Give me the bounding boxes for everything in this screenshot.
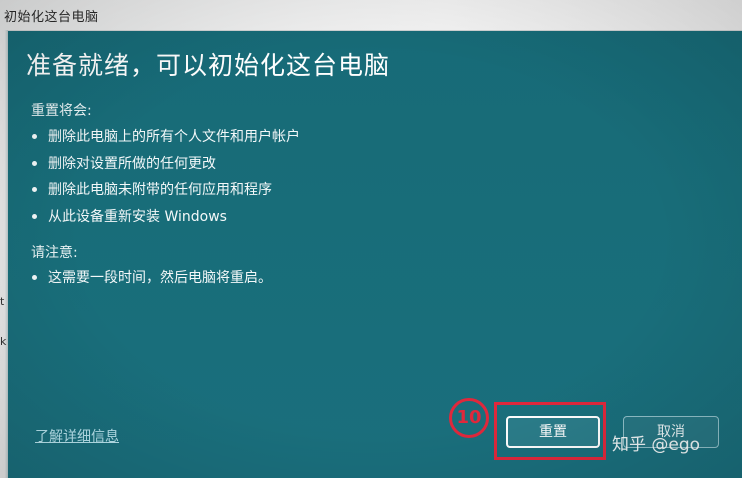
list-item-text: 删除此电脑未附带的任何应用和程序 xyxy=(48,182,272,198)
watermark-text: 知乎 @ego xyxy=(612,435,701,455)
bullet-icon xyxy=(32,160,37,166)
list-item: 删除对设置所做的任何更改 xyxy=(31,153,300,180)
bullet-icon xyxy=(32,213,37,219)
list-item-text: 删除对设置所做的任何更改 xyxy=(48,155,216,172)
step-number-badge: 10 xyxy=(449,398,489,438)
window-title: 初始化这台电脑 xyxy=(4,10,99,25)
list-item: 这需要一段时间，然后电脑将重启。 xyxy=(31,267,272,294)
list-item: 删除此电脑上的所有个人文件和用户帐户 xyxy=(31,126,300,153)
note-section-label: 请注意: xyxy=(31,245,78,261)
note-list: 这需要一段时间，然后电脑将重启。 xyxy=(31,267,272,294)
list-item-text: 这需要一段时间，然后电脑将重启。 xyxy=(48,270,272,286)
list-item-text: 从此设备重新安装 Windows xyxy=(48,208,227,225)
bullet-icon xyxy=(32,275,37,280)
dialog-heading: 准备就绪，可以初始化这台电脑 xyxy=(26,51,391,80)
reset-dialog-screen: 初始化这台电脑 t k 准备就绪，可以初始化这台电脑 重置将会: 删除此电脑上的… xyxy=(0,0,742,478)
highlight-box xyxy=(494,402,606,460)
list-item: 删除此电脑未附带的任何应用和程序 xyxy=(31,179,300,206)
list-item-text: 删除此电脑上的所有个人文件和用户帐户 xyxy=(48,129,300,145)
background-text-fragment: k xyxy=(0,335,7,348)
reset-section-label: 重置将会: xyxy=(31,103,92,119)
bullet-icon xyxy=(32,134,37,139)
window-titlebar: 初始化这台电脑 xyxy=(0,0,742,31)
background-text-fragment: t xyxy=(0,295,5,308)
background-window-edge: t k xyxy=(0,30,8,478)
bullet-icon xyxy=(32,187,37,192)
list-item: 从此设备重新安装 Windows xyxy=(31,206,300,233)
learn-more-link[interactable]: 了解详细信息 xyxy=(35,426,119,446)
reset-effects-list: 删除此电脑上的所有个人文件和用户帐户 删除对设置所做的任何更改 删除此电脑未附带… xyxy=(31,126,300,232)
